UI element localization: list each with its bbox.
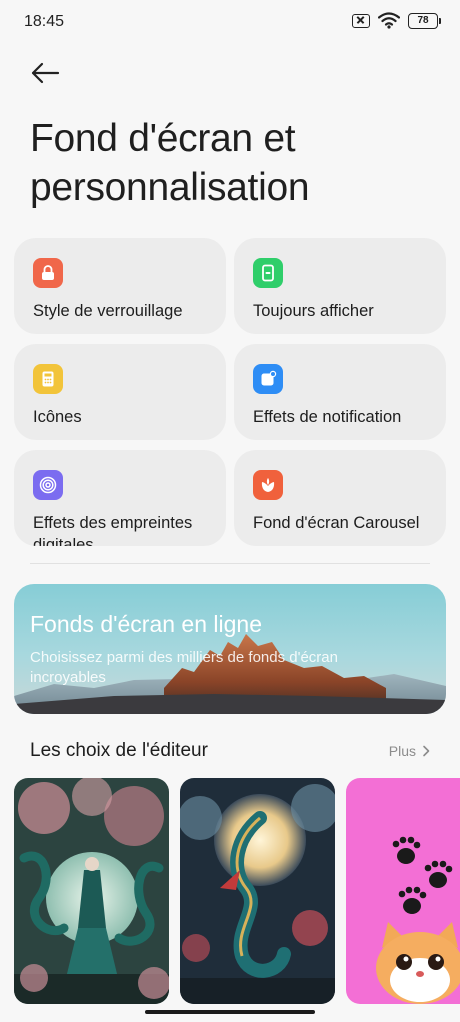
- tile-fingerprint-effects[interactable]: Effets des empreintes digitales: [14, 450, 226, 546]
- wallpaper-card-cat-paws[interactable]: [346, 778, 460, 1004]
- cat-paws-wallpaper: [346, 778, 460, 1004]
- online-wallpapers-banner[interactable]: Fonds d'écran en ligne Choisissez parmi …: [14, 584, 446, 714]
- notification-icon: [253, 364, 283, 394]
- phone-display-icon: [253, 258, 283, 288]
- tile-icons[interactable]: Icônes: [14, 344, 226, 440]
- page-title: Fond d'écran et personnalisation: [30, 117, 310, 209]
- tile-label: Effets de notification: [253, 408, 402, 426]
- arrow-left-icon: [31, 62, 60, 84]
- tile-always-on-display[interactable]: Toujours afficher: [234, 238, 446, 334]
- dragon-moon-wallpaper: [180, 778, 335, 1004]
- home-indicator[interactable]: [145, 1010, 315, 1014]
- section-title: Les choix de l'éditeur: [30, 740, 208, 761]
- status-bar: 18:45 78: [0, 0, 460, 46]
- tile-label: Icônes: [33, 408, 82, 426]
- calculator-icon: [33, 364, 63, 394]
- dragon-warrior-wallpaper: [14, 778, 169, 1004]
- tile-notification-effects[interactable]: Effets de notification: [234, 344, 446, 440]
- sim-off-icon: [352, 13, 370, 28]
- back-button[interactable]: [30, 58, 64, 88]
- status-icons: 78: [352, 12, 441, 29]
- status-time: 18:45: [24, 13, 65, 30]
- wallpaper-card-dragon-warrior[interactable]: [14, 778, 169, 1004]
- lock-icon: [33, 258, 63, 288]
- chevron-right-icon: [423, 745, 430, 757]
- banner-title: Fonds d'écran en ligne: [30, 611, 262, 637]
- more-label: Plus: [388, 743, 416, 759]
- flower-icon: [253, 470, 283, 500]
- wifi-icon: [378, 12, 400, 29]
- tile-lock-style[interactable]: Style de verrouillage: [14, 238, 226, 334]
- divider: [30, 563, 430, 564]
- battery-icon: 78: [408, 12, 441, 29]
- tile-carousel-wallpaper[interactable]: Fond d'écran Carousel: [234, 450, 446, 546]
- settings-grid: Style de verrouillage Toujours afficher …: [14, 238, 446, 546]
- editors-choice-header: Les choix de l'éditeur Plus: [30, 740, 430, 764]
- editors-choice-carousel[interactable]: [14, 778, 460, 1004]
- tile-label: Fond d'écran Carousel: [253, 514, 420, 532]
- fingerprint-icon: [33, 470, 63, 500]
- tile-label: Style de verrouillage: [33, 302, 183, 320]
- tile-label: Toujours afficher: [253, 302, 374, 320]
- more-link[interactable]: Plus: [389, 743, 430, 759]
- banner-subtitle: Choisissez parmi des milliers de fonds d…: [30, 649, 338, 686]
- tile-label: Effets des empreintes digitales: [33, 514, 193, 546]
- wallpaper-card-dragon-moon[interactable]: [180, 778, 335, 1004]
